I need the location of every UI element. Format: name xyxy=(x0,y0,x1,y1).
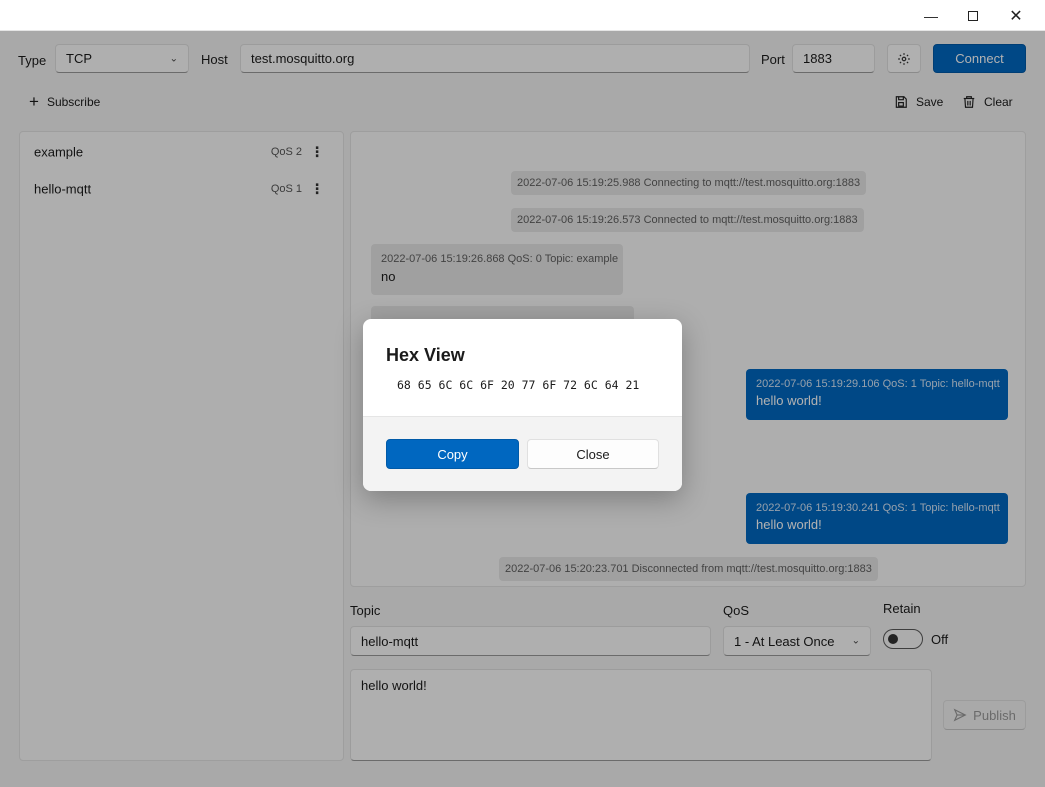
copy-button[interactable]: Copy xyxy=(386,439,519,469)
title-bar: — ✕ xyxy=(0,0,1045,31)
close-label: Close xyxy=(576,446,610,462)
hex-content: 68 65 6C 6C 6F 20 77 6F 72 6C 64 21 xyxy=(397,378,640,392)
copy-label: Copy xyxy=(437,446,468,462)
dialog-title: Hex View xyxy=(386,345,465,365)
maximize-icon xyxy=(968,10,978,21)
maximize-button[interactable] xyxy=(951,0,995,31)
minimize-icon: — xyxy=(924,7,938,24)
minimize-button[interactable]: — xyxy=(909,0,953,31)
close-icon: ✕ xyxy=(1009,7,1023,25)
close-dialog-button[interactable]: Close xyxy=(527,439,659,469)
hex-view-dialog: Hex View 68 65 6C 6C 6F 20 77 6F 72 6C 6… xyxy=(363,319,682,491)
close-window-button[interactable]: ✕ xyxy=(994,0,1038,31)
dialog-footer: Copy Close xyxy=(363,416,682,491)
